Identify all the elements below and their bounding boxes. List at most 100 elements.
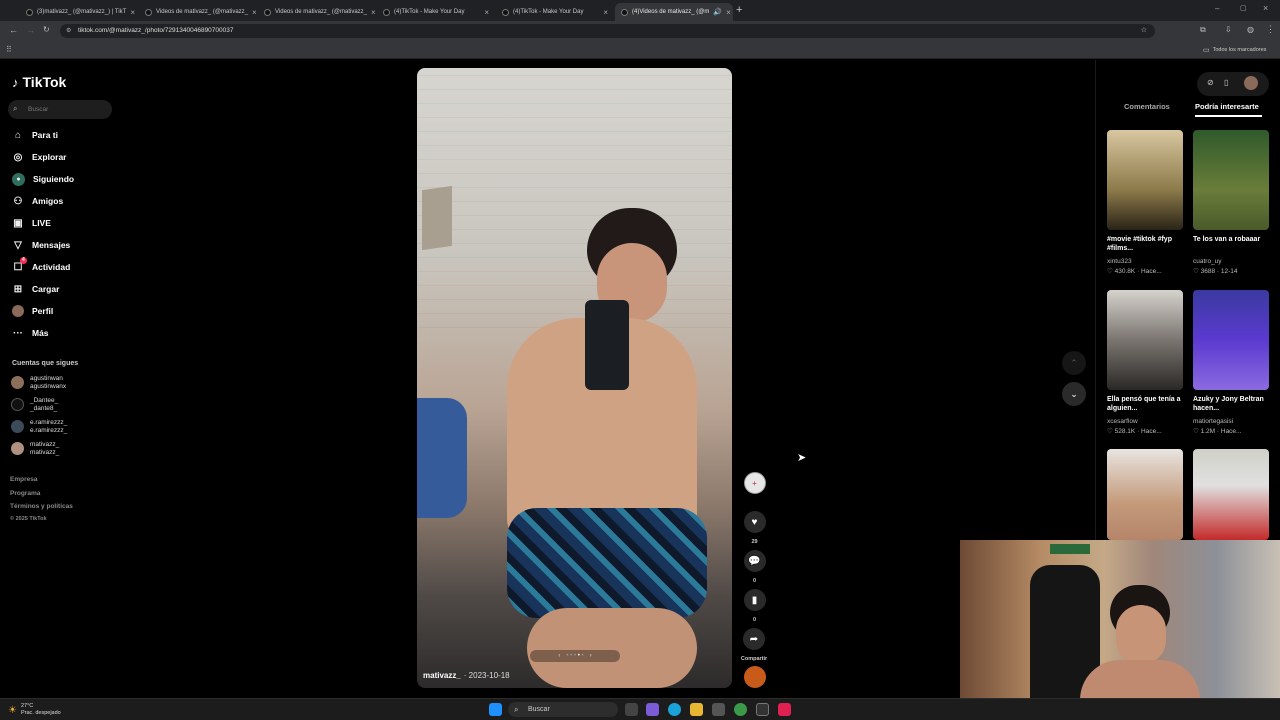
nav-perfil[interactable]: Perfil	[12, 303, 53, 319]
settings-icon[interactable]: ⊘	[1207, 78, 1214, 87]
url-field[interactable]: ⚙ tiktok.com/@mativazz_/photo/7291340046…	[60, 24, 1155, 38]
task-view-icon[interactable]	[625, 703, 638, 716]
following-account[interactable]: agustinwan agustinwanx	[11, 375, 66, 390]
like-button[interactable]: ♥ 29	[743, 511, 766, 545]
minimize-window-button[interactable]: –	[1215, 4, 1219, 13]
following-account[interactable]: mativazz_ mativazz_	[11, 441, 59, 456]
site-info-icon[interactable]: ⚙	[66, 24, 71, 38]
close-tab-icon[interactable]: ×	[484, 8, 489, 17]
follow-plus-icon[interactable]: +	[752, 479, 757, 488]
next-post-button[interactable]: ⌄	[1062, 382, 1086, 406]
nav-cargar[interactable]: ⊞ Cargar	[12, 281, 60, 297]
following-account[interactable]: _Dantee_ _dante8_	[11, 397, 58, 412]
author-avatar-button[interactable]: +	[743, 472, 766, 494]
tiktok-logo[interactable]: ♪ TikTok	[12, 74, 66, 90]
copyright: © 2025 TikTok	[10, 516, 47, 522]
card-thumbnail[interactable]	[1193, 449, 1269, 540]
card-thumbnail[interactable]	[1107, 449, 1183, 540]
store-icon[interactable]	[712, 703, 725, 716]
nav-para-ti[interactable]: ⌂ Para ti	[12, 127, 58, 143]
close-tab-icon[interactable]: ×	[603, 8, 608, 17]
card-thumbnail[interactable]	[1107, 290, 1183, 390]
footer-link[interactable]: Términos y políticas	[10, 503, 73, 510]
weather-widget[interactable]: ☀ 27°C Prac. despejado	[8, 703, 61, 717]
post-author[interactable]: mativazz_	[423, 671, 461, 680]
close-tab-icon[interactable]: ×	[371, 8, 376, 17]
back-icon[interactable]: ←	[9, 25, 18, 35]
edge-icon[interactable]	[668, 703, 681, 716]
tiktok-favicon-icon	[264, 8, 271, 16]
nav-mas[interactable]: ··· Más	[12, 325, 49, 341]
taskbar-search[interactable]: ⌕ Buscar	[508, 702, 618, 717]
chrome-icon[interactable]	[734, 703, 747, 716]
copilot-icon[interactable]	[646, 703, 659, 716]
app-icon[interactable]	[778, 703, 791, 716]
device-icon[interactable]: ▯	[1224, 78, 1228, 87]
suggestion-card[interactable]: Te los van a robaaar cuatro_uy ♡ 3688 · …	[1193, 130, 1269, 275]
downloads-icon[interactable]: ⇩	[1225, 25, 1232, 34]
music-disc[interactable]	[743, 666, 766, 688]
carousel-dots: • • • • •	[566, 653, 584, 659]
nav-mensajes[interactable]: ▽ Mensajes	[12, 237, 70, 253]
share-button[interactable]: ➦ Compartir	[739, 628, 769, 662]
card-thumbnail[interactable]	[1107, 130, 1183, 230]
close-tab-icon[interactable]: ×	[726, 8, 731, 17]
profile-icon[interactable]: ◍	[1247, 25, 1254, 34]
avatar	[11, 442, 24, 455]
heart-icon: ♥	[743, 511, 766, 533]
reload-icon[interactable]: ↻	[43, 25, 50, 34]
browser-tab[interactable]: (4)TikTok - Make Your Day ×	[496, 3, 614, 21]
browser-tab[interactable]: Videos de mativazz_ (@mativazz_ ×	[258, 3, 376, 21]
tiktok-favicon-icon	[145, 8, 152, 16]
comment-button[interactable]: 💬 0	[743, 550, 766, 584]
suggestion-card[interactable]	[1107, 449, 1183, 540]
apps-grid-icon[interactable]: ⠿	[6, 45, 12, 54]
like-count: 29	[751, 539, 758, 545]
following-icon: ●	[12, 172, 25, 186]
nav-live[interactable]: ▣ LIVE	[12, 215, 51, 231]
card-thumbnail[interactable]	[1193, 290, 1269, 390]
extensions-icon[interactable]: ⧉	[1200, 25, 1206, 35]
file-explorer-icon[interactable]	[690, 703, 703, 716]
suggestion-card[interactable]: Ella pensó que tenía a alguien... xcesar…	[1107, 290, 1183, 435]
footer-link[interactable]: Empresa	[10, 476, 37, 483]
next-photo-icon[interactable]: ›	[590, 653, 592, 659]
tab-suggestions[interactable]: Podría interesarte	[1195, 102, 1259, 111]
suggestion-card[interactable]	[1193, 449, 1269, 540]
suggestion-card[interactable]: Azuky y Jony Beltran hacen... matiortega…	[1193, 290, 1269, 435]
search-input[interactable]: ⌕ Buscar	[8, 100, 112, 119]
browser-tab-active[interactable]: (4)Videos de mativazz_ (@m 🔊 ×	[615, 3, 733, 21]
bookmark-star-icon[interactable]: ☆	[1141, 24, 1147, 38]
all-bookmarks-folder[interactable]: ▭ Todos los marcadores	[1203, 46, 1266, 54]
close-window-button[interactable]: ×	[1263, 3, 1268, 13]
user-avatar[interactable]	[1244, 76, 1258, 90]
following-account[interactable]: e.ramirezzz_ e.ramirezzz_	[11, 419, 67, 434]
post-meta: mativazz_ · 2023-10-18	[423, 671, 510, 680]
footer-link[interactable]: Programa	[10, 490, 40, 497]
prev-photo-icon[interactable]: ‹	[558, 653, 560, 659]
nav-actividad[interactable]: ☐ 4 Actividad	[12, 256, 70, 275]
close-tab-icon[interactable]: ×	[252, 8, 257, 17]
maximize-window-button[interactable]: ▢	[1240, 4, 1247, 12]
browser-tab[interactable]: (3)mativazz_ (@mativazz_) | TikT ×	[20, 3, 138, 21]
suggestion-card[interactable]: #movie #tiktok #fyp #films... xintu323 ♡…	[1107, 130, 1183, 275]
nav-siguiendo[interactable]: ● Siguiendo	[12, 171, 74, 187]
app-icon[interactable]	[756, 703, 769, 716]
audio-icon[interactable]: 🔊	[713, 8, 722, 16]
music-disc-icon	[743, 666, 766, 688]
previous-post-button[interactable]: ⌃	[1062, 351, 1086, 375]
save-button[interactable]: ▮ 0	[743, 589, 766, 623]
photo-post[interactable]: ‹ • • • • • › mativazz_ · 2023-10-18	[417, 68, 732, 688]
browser-tab[interactable]: Videos de mativazz_ (@mativazz_ ×	[139, 3, 257, 21]
menu-icon[interactable]: ⋮	[1266, 24, 1275, 35]
close-tab-icon[interactable]: ×	[130, 8, 135, 17]
tab-comments[interactable]: Comentarios	[1124, 102, 1170, 111]
nav-amigos[interactable]: ⚇ Amigos	[12, 193, 64, 209]
browser-tab[interactable]: (4)TikTok - Make Your Day ×	[377, 3, 495, 21]
new-tab-button[interactable]: +	[736, 4, 742, 16]
card-thumbnail[interactable]	[1193, 130, 1269, 230]
bookmark-bar: ⠿ ▭ Todos los marcadores	[0, 41, 1280, 59]
forward-icon[interactable]: →	[26, 25, 35, 35]
windows-start-icon[interactable]	[489, 703, 502, 716]
nav-explorar[interactable]: ◎ Explorar	[12, 149, 67, 165]
